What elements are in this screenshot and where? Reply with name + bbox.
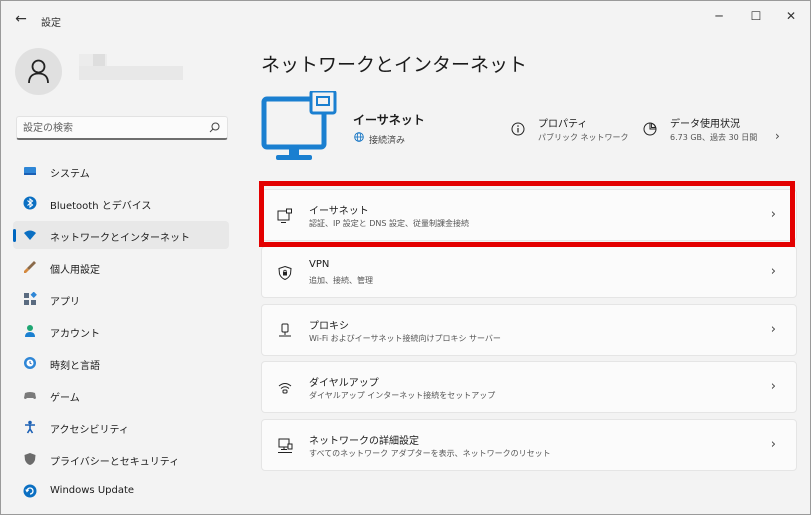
bluetooth-icon <box>23 196 37 210</box>
update-icon <box>23 484 37 498</box>
card-vpn[interactable]: VPN 追加、接続、管理 › <box>261 246 797 298</box>
sidebar-item-system[interactable]: システム <box>13 157 229 185</box>
person-icon <box>28 59 49 84</box>
chevron-right-icon: › <box>770 437 776 452</box>
card-title: ダイヤルアップ <box>309 378 379 389</box>
sidebar-item-label: Bluetooth とデバイス <box>50 201 152 212</box>
sidebar-item-apps[interactable]: アプリ <box>13 285 229 313</box>
chevron-right-icon: › <box>770 207 776 222</box>
sidebar-item-label: 時刻と言語 <box>50 361 100 372</box>
card-subtitle: Wi-Fi およびイーサネット接続向けプロキシ サーバー <box>309 334 501 343</box>
card-title: VPN <box>309 259 330 270</box>
window-title: 設定 <box>41 18 61 29</box>
sidebar-item-privacy[interactable]: プライバシーとセキュリティ <box>13 445 229 473</box>
sidebar-nav: システム Bluetooth とデバイス ネットワークとインターネット 個人用設… <box>13 157 229 509</box>
sidebar-item-time-language[interactable]: 時刻と言語 <box>13 349 229 377</box>
brush-icon <box>24 261 36 273</box>
properties-title: プロパティ <box>538 119 588 130</box>
sidebar-item-windows-update[interactable]: Windows Update <box>13 477 229 505</box>
ethernet-large-icon <box>261 91 337 160</box>
sidebar-item-network[interactable]: ネットワークとインターネット <box>13 221 229 249</box>
close-button[interactable]: ✕ <box>773 5 809 29</box>
sidebar-item-label: ゲーム <box>50 393 80 404</box>
sidebar-item-label: アプリ <box>50 297 80 308</box>
connection-name: イーサネット <box>353 113 425 127</box>
proxy-icon <box>279 323 291 337</box>
card-subtitle: 追加、接続、管理 <box>309 276 373 285</box>
info-icon <box>511 122 525 136</box>
search-icon[interactable] <box>209 122 220 133</box>
data-usage-subtitle: 6.73 GB、過去 30 日間 <box>670 133 758 142</box>
maximize-button[interactable]: ☐ <box>738 5 774 29</box>
dialup-icon <box>278 383 292 394</box>
user-profile[interactable] <box>15 48 225 96</box>
data-usage-title: データ使用状況 <box>670 119 740 130</box>
sidebar-item-label: アカウント <box>50 329 100 340</box>
network-advanced-icon <box>278 438 293 453</box>
accessibility-icon <box>25 420 35 434</box>
card-proxy[interactable]: プロキシ Wi-Fi およびイーサネット接続向けプロキシ サーバー › <box>261 304 797 356</box>
ethernet-icon <box>277 208 292 223</box>
card-title: プロキシ <box>309 321 349 332</box>
shield-icon <box>24 453 36 465</box>
sidebar-item-label: 個人用設定 <box>50 265 100 276</box>
card-ethernet[interactable]: イーサネット 認証、IP 設定と DNS 設定、従量制課金接続 › <box>261 189 797 241</box>
vpn-shield-icon <box>278 265 292 281</box>
card-subtitle: ダイヤルアップ インターネット接続をセットアップ <box>309 391 496 400</box>
sidebar-item-bluetooth[interactable]: Bluetooth とデバイス <box>13 189 229 217</box>
sidebar-item-accessibility[interactable]: アクセシビリティ <box>13 413 229 441</box>
card-title: ネットワークの詳細設定 <box>309 436 419 447</box>
sidebar-item-accounts[interactable]: アカウント <box>13 317 229 345</box>
properties-subtitle: パブリック ネットワーク <box>538 133 629 142</box>
pie-chart-icon <box>643 122 657 136</box>
user-name-redacted <box>79 54 183 86</box>
wifi-icon <box>24 230 36 240</box>
page-title: ネットワークとインターネット <box>261 54 528 76</box>
card-subtitle: 認証、IP 設定と DNS 設定、従量制課金接続 <box>309 219 470 228</box>
globe-clock-icon <box>24 357 36 369</box>
sidebar-item-label: アクセシビリティ <box>50 425 129 436</box>
chevron-right-icon: › <box>770 379 776 394</box>
sidebar-item-label: Windows Update <box>50 485 135 496</box>
chevron-right-icon: › <box>770 264 776 279</box>
sidebar-item-gaming[interactable]: ゲーム <box>13 381 229 409</box>
system-icon <box>24 167 36 175</box>
connection-status: 接続済み <box>369 136 406 146</box>
sidebar-item-personalization[interactable]: 個人用設定 <box>13 253 229 281</box>
account-icon <box>25 325 35 337</box>
card-advanced-network[interactable]: ネットワークの詳細設定 すべてのネットワーク アダプターを表示、ネットワークのリ… <box>261 419 797 471</box>
search-input[interactable] <box>23 120 203 136</box>
gamepad-icon <box>24 392 36 399</box>
network-status-hero: イーサネット 接続済み プロパティ パブリック ネットワーク データ使用状況 6… <box>261 91 796 171</box>
minimize-button[interactable]: ─ <box>701 5 737 29</box>
settings-search[interactable] <box>16 116 228 140</box>
apps-icon <box>24 292 37 305</box>
avatar[interactable] <box>15 48 62 95</box>
title-bar: ← 設定 ─ ☐ ✕ <box>1 1 810 39</box>
back-button[interactable]: ← <box>11 9 31 29</box>
sidebar-item-label: プライバシーとセキュリティ <box>50 457 180 468</box>
globe-icon <box>354 132 364 142</box>
sidebar-item-label: ネットワークとインターネット <box>50 233 190 244</box>
chevron-right-icon[interactable]: › <box>775 129 780 143</box>
card-title: イーサネット <box>309 206 369 217</box>
chevron-right-icon: › <box>770 322 776 337</box>
card-dialup[interactable]: ダイヤルアップ ダイヤルアップ インターネット接続をセットアップ › <box>261 361 797 413</box>
sidebar-item-label: システム <box>50 169 90 180</box>
card-subtitle: すべてのネットワーク アダプターを表示、ネットワークのリセット <box>309 449 551 458</box>
